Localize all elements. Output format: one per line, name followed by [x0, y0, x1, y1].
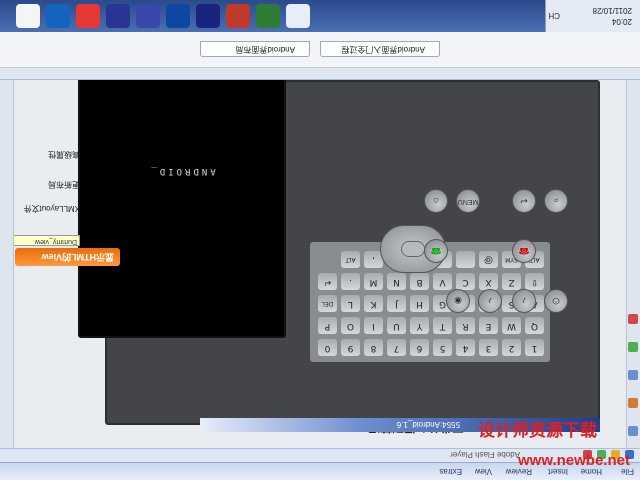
eclipse-icon[interactable] — [106, 4, 130, 28]
key-row2-0[interactable]: Q — [525, 317, 544, 334]
key-row2-6[interactable]: U — [387, 317, 406, 334]
key-row3-6[interactable]: J — [387, 295, 406, 312]
panel-line: 更新布局 — [48, 180, 80, 189]
app-icon[interactable] — [196, 4, 220, 28]
tab-bar: Android界面入门全过程 Android界面布局 — [0, 32, 640, 68]
screenshot-rotated: File Home Insert Review View Extras Adob… — [0, 0, 640, 480]
tool-app-icon[interactable] — [136, 4, 160, 28]
clock-date: 2011/10/28 — [592, 6, 632, 15]
key-row3-8[interactable]: L — [341, 295, 360, 312]
tab-doc-1[interactable]: Android界面入门全过程 — [320, 41, 440, 57]
key-row5-2[interactable]: @ — [479, 251, 498, 268]
home-icon[interactable]: ⌂ — [424, 189, 448, 213]
start-button[interactable] — [16, 4, 40, 28]
key-row1-3[interactable]: 4 — [456, 339, 475, 356]
android-emulator-window: 1234567890QWERTYUIOPASDFGHJKLDEL⇧ZXCVBNM… — [78, 50, 600, 425]
undo-icon[interactable] — [597, 450, 606, 459]
emulator-screen[interactable]: ANDROID_ — [78, 50, 286, 338]
key-row1-1[interactable]: 2 — [502, 339, 521, 356]
key-row2-1[interactable]: W — [502, 317, 521, 334]
system-tray: 20:04 2011/10/28 CH — [545, 0, 640, 32]
dpad-center[interactable] — [401, 241, 425, 257]
left-toolbar — [626, 80, 640, 448]
end-call-icon[interactable]: ☎ — [512, 239, 536, 263]
tool-icon[interactable] — [628, 314, 638, 324]
ie-icon[interactable] — [46, 4, 70, 28]
status-text: Adobe Flash Player — [450, 450, 520, 459]
redo-icon[interactable] — [583, 450, 592, 459]
quick-access-toolbar: Adobe Flash Player — [0, 448, 640, 462]
back-icon[interactable]: ↩ — [512, 189, 536, 213]
language-indicator[interactable]: CH — [548, 11, 560, 20]
key-row2-4[interactable]: T — [433, 317, 452, 334]
key-row4-7[interactable]: M — [364, 273, 383, 290]
key-row2-5[interactable]: Y — [410, 317, 429, 334]
callout-box: 显示HTML的View — [15, 248, 120, 266]
key-row3-9[interactable]: DEL — [318, 295, 337, 312]
office-ribbon: File Home Insert Review View Extras — [0, 462, 640, 480]
search-icon[interactable]: ⌕ — [544, 189, 568, 213]
tool-icon[interactable] — [628, 342, 638, 352]
menu-review[interactable]: Review — [506, 467, 532, 476]
taskbar — [0, 0, 640, 32]
right-scrollbar[interactable] — [0, 32, 14, 448]
key-row4-0[interactable]: ⇧ — [525, 273, 544, 290]
office-icon[interactable] — [226, 4, 250, 28]
key-row4-2[interactable]: X — [479, 273, 498, 290]
tool-icon[interactable] — [628, 398, 638, 408]
key-row1-8[interactable]: 9 — [341, 339, 360, 356]
key-row4-4[interactable]: V — [433, 273, 452, 290]
key-row1-5[interactable]: 6 — [410, 339, 429, 356]
key-row3-7[interactable]: K — [364, 295, 383, 312]
key-row4-5[interactable]: B — [410, 273, 429, 290]
key-row5-3[interactable] — [456, 251, 475, 268]
tool-icon[interactable] — [628, 426, 638, 436]
status-bar — [0, 68, 640, 80]
key-row4-3[interactable]: C — [456, 273, 475, 290]
folder-icon[interactable] — [611, 450, 620, 459]
menu-insert[interactable]: Insert — [548, 467, 568, 476]
android-icon[interactable] — [256, 4, 280, 28]
emulator-titlebar[interactable]: 5554:Android_1.6 — [200, 418, 600, 432]
tab-doc-2[interactable]: Android界面布局 — [200, 41, 310, 57]
key-row1-6[interactable]: 7 — [387, 339, 406, 356]
panel-line: 高级属性 — [48, 150, 80, 159]
emulator-title: 5554:Android_1.6 — [396, 420, 460, 429]
power-icon[interactable]: ⏻ — [544, 289, 568, 313]
volume-up-icon[interactable]: ♪ — [512, 289, 536, 313]
key-row4-1[interactable]: Z — [502, 273, 521, 290]
key-row2-8[interactable]: O — [341, 317, 360, 334]
menu-view[interactable]: View — [475, 467, 492, 476]
panel-line: XMLLayout文件 — [23, 204, 80, 213]
key-row1-4[interactable]: 5 — [433, 339, 452, 356]
menu-home[interactable]: Home — [581, 467, 602, 476]
key-row1-2[interactable]: 3 — [479, 339, 498, 356]
tooltip: Dummy_view — [10, 235, 80, 246]
key-row1-9[interactable]: 0 — [318, 339, 337, 356]
clock-time: 20:04 — [611, 17, 632, 26]
key-row1-0[interactable]: 1 — [525, 339, 544, 356]
menu-extras[interactable]: Extras — [439, 467, 462, 476]
camera-icon[interactable]: ◉ — [446, 289, 470, 313]
boot-text: ANDROID_ — [148, 166, 216, 176]
volume-down-icon[interactable]: ♪ — [478, 289, 502, 313]
key-row4-6[interactable]: N — [387, 273, 406, 290]
search-app-icon[interactable] — [166, 4, 190, 28]
key-row1-7[interactable]: 8 — [364, 339, 383, 356]
call-icon[interactable]: ☎ — [424, 239, 448, 263]
tool-icon[interactable] — [628, 370, 638, 380]
key-row2-9[interactable]: P — [318, 317, 337, 334]
key-row5-8[interactable]: ALT — [341, 251, 360, 268]
chrome-icon[interactable] — [76, 4, 100, 28]
key-row2-2[interactable]: E — [479, 317, 498, 334]
key-row3-5[interactable]: H — [410, 295, 429, 312]
key-row4-9[interactable]: ↵ — [318, 273, 337, 290]
key-row4-8[interactable]: . — [341, 273, 360, 290]
save-icon[interactable] — [625, 450, 634, 459]
key-row2-7[interactable]: I — [364, 317, 383, 334]
menu-button[interactable]: MENU — [456, 189, 480, 213]
browser-icon[interactable] — [286, 4, 310, 28]
menu-file[interactable]: File — [621, 467, 634, 476]
key-row2-3[interactable]: R — [456, 317, 475, 334]
